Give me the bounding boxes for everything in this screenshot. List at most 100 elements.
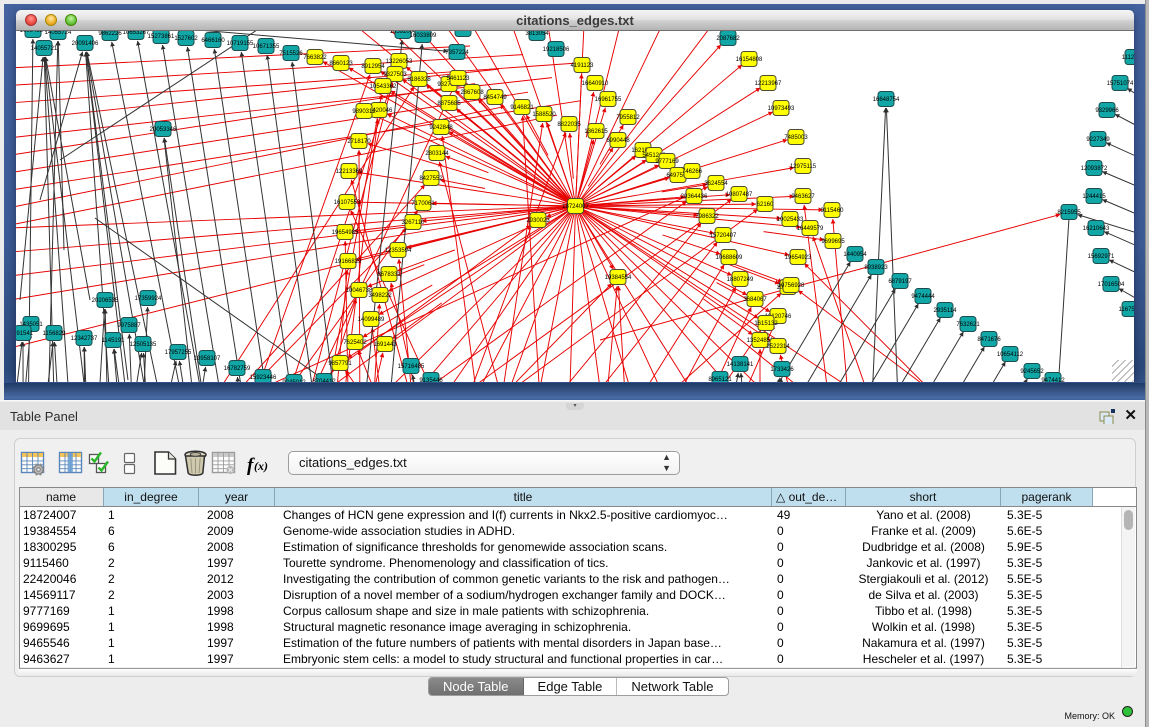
svg-text:20053346: 20053346 — [150, 127, 177, 133]
svg-text:14099489: 14099489 — [358, 317, 385, 323]
svg-text:391541: 391541 — [16, 331, 34, 337]
svg-text:8678331: 8678331 — [377, 272, 401, 278]
svg-text:9857791: 9857791 — [328, 361, 352, 367]
svg-text:1691443: 1691443 — [373, 342, 397, 348]
svg-text:8660123: 8660123 — [329, 61, 353, 67]
svg-text:(x): (x) — [254, 459, 268, 473]
svg-text:1527602: 1527602 — [174, 36, 198, 42]
svg-text:62160: 62160 — [757, 202, 774, 208]
svg-text:10025433: 10025433 — [777, 217, 804, 223]
svg-text:3498222: 3498222 — [368, 293, 392, 299]
svg-text:8965121: 8965121 — [708, 377, 732, 382]
svg-text:8454749: 8454749 — [483, 95, 507, 101]
svg-text:19654985: 19654985 — [332, 230, 359, 236]
svg-text:10654112: 10654112 — [997, 352, 1024, 358]
svg-text:1167531: 1167531 — [1119, 307, 1134, 313]
svg-text:746266: 746266 — [682, 169, 703, 175]
svg-text:9146821: 9146821 — [510, 105, 534, 111]
svg-text:12093872: 12093872 — [1081, 166, 1108, 172]
svg-text:1156829: 1156829 — [43, 331, 67, 337]
svg-text:16449579: 16449579 — [797, 226, 824, 232]
svg-text:8938923: 8938923 — [864, 265, 888, 271]
svg-text:2935114: 2935114 — [934, 308, 958, 314]
svg-text:8133044: 8133044 — [451, 31, 475, 33]
svg-text:10671355: 10671355 — [253, 44, 280, 50]
svg-text:6466160: 6466160 — [201, 38, 225, 44]
svg-text:1112843: 1112843 — [1122, 55, 1134, 61]
svg-text:1145191: 1145191 — [102, 338, 126, 344]
svg-text:3624554: 3624554 — [704, 181, 728, 187]
svg-text:2087682: 2087682 — [716, 36, 740, 42]
svg-text:12353594: 12353594 — [385, 248, 412, 254]
svg-text:15273861: 15273861 — [148, 34, 175, 40]
svg-text:8875685: 8875685 — [437, 101, 461, 107]
svg-text:10719155: 10719155 — [227, 41, 254, 47]
svg-text:2930023: 2930023 — [526, 218, 550, 224]
svg-text:8186328: 8186328 — [407, 77, 431, 83]
svg-text:1733426: 1733426 — [770, 367, 794, 373]
svg-text:16782759: 16782759 — [224, 366, 251, 372]
svg-text:10543362: 10543362 — [370, 84, 397, 90]
svg-text:9890312: 9890312 — [352, 109, 376, 115]
svg-text:9463627: 9463627 — [791, 194, 815, 200]
svg-text:8427552: 8427552 — [419, 176, 443, 182]
svg-text:7170061: 7170061 — [411, 201, 435, 207]
svg-text:9474444: 9474444 — [911, 294, 935, 300]
svg-text:3813054: 3813054 — [525, 31, 549, 37]
svg-text:19654923: 19654923 — [785, 255, 812, 261]
svg-text:17957255: 17957255 — [165, 350, 192, 356]
svg-text:16984334: 16984334 — [20, 31, 47, 34]
svg-text:2803144: 2803144 — [425, 151, 449, 157]
svg-text:10807487: 10807487 — [726, 192, 753, 198]
svg-text:4191123: 4191123 — [571, 63, 595, 69]
svg-text:9777169: 9777169 — [655, 159, 679, 165]
svg-text:9135446: 9135446 — [419, 378, 443, 382]
svg-text:17016504: 17016504 — [1098, 282, 1125, 288]
svg-text:10688609: 10688609 — [716, 255, 743, 261]
svg-text:12213967: 12213967 — [755, 81, 782, 87]
svg-text:15716485: 15716485 — [398, 364, 425, 370]
svg-text:16154808: 16154808 — [736, 57, 763, 63]
svg-text:3684067: 3684067 — [743, 297, 767, 303]
svg-text:9329966: 9329966 — [1095, 108, 1119, 114]
svg-text:8471676: 8471676 — [977, 337, 1001, 343]
svg-text:18807249: 18807249 — [727, 277, 754, 283]
svg-text:8822035: 8822035 — [557, 122, 581, 128]
svg-text:10756928: 10756928 — [778, 283, 805, 289]
svg-text:7663822: 7663822 — [303, 55, 327, 61]
svg-text:9245012: 9245012 — [282, 380, 306, 382]
svg-text:10958107: 10958107 — [194, 356, 221, 362]
svg-text:15751074: 15751074 — [1107, 81, 1134, 87]
svg-text:9227349: 9227349 — [1086, 137, 1110, 143]
svg-text:1615132: 1615132 — [754, 321, 778, 327]
svg-text:1362615: 1362615 — [584, 129, 608, 135]
svg-text:7357224: 7357224 — [445, 50, 469, 56]
svg-text:15923446: 15923446 — [250, 375, 277, 381]
svg-text:9327503: 9327503 — [383, 72, 407, 78]
svg-text:14055721: 14055721 — [31, 46, 58, 52]
svg-text:12213369: 12213369 — [336, 169, 363, 175]
svg-text:7515526: 7515526 — [279, 51, 303, 57]
svg-text:2718170: 2718170 — [347, 139, 371, 145]
svg-text:9699695: 9699695 — [821, 239, 845, 245]
svg-text:20206535: 20206535 — [92, 298, 119, 304]
svg-text:13226053: 13226053 — [386, 59, 413, 65]
svg-text:2522314: 2522314 — [766, 344, 790, 350]
svg-text:9862226: 9862226 — [98, 31, 122, 37]
svg-text:15692971: 15692971 — [1088, 254, 1115, 260]
svg-text:3267110: 3267110 — [402, 220, 426, 226]
svg-text:6990448: 6990448 — [606, 138, 630, 144]
svg-text:19384554: 19384554 — [605, 275, 632, 281]
svg-text:7632621: 7632621 — [956, 322, 980, 328]
svg-text:9242848: 9242848 — [429, 125, 453, 131]
svg-text:19166829: 19166829 — [335, 259, 362, 265]
svg-text:20364436: 20364436 — [681, 194, 708, 200]
svg-text:18724007: 18724007 — [562, 204, 589, 210]
svg-text:9115460: 9115460 — [821, 208, 845, 214]
svg-text:2867608: 2867608 — [460, 90, 484, 96]
svg-text:16961755: 16961755 — [595, 97, 622, 103]
svg-text:12505135: 12505135 — [130, 342, 157, 348]
svg-text:8704412: 8704412 — [312, 379, 336, 382]
svg-text:8215955: 8215955 — [1057, 210, 1081, 216]
svg-text:1588520: 1588520 — [532, 112, 556, 118]
